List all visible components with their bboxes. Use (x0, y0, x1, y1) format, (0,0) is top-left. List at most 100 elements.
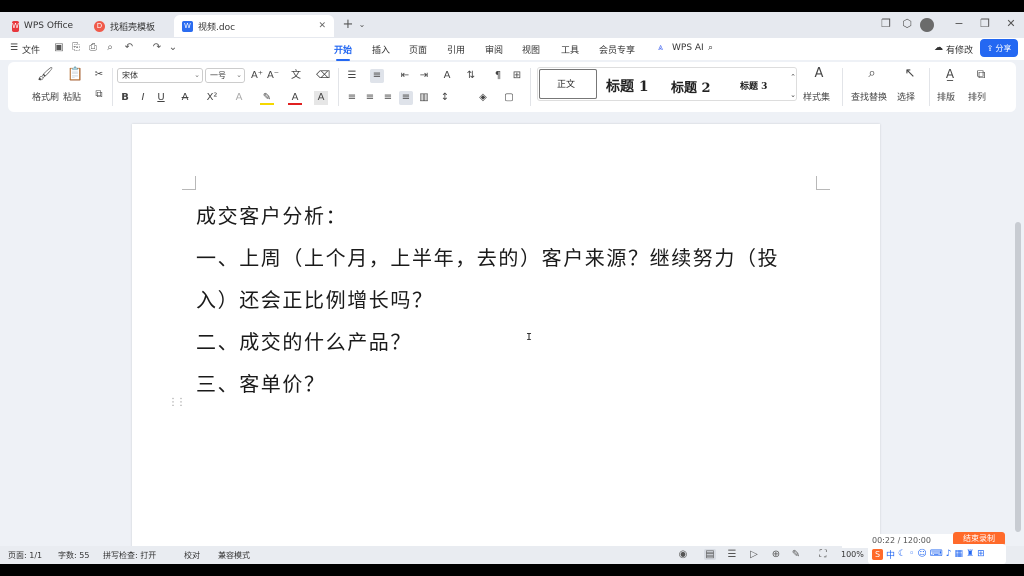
doc-paragraph[interactable]: 入）还会正比例增长吗？ (196, 284, 434, 313)
voice-icon[interactable]: ♪ (946, 549, 952, 559)
highlight-icon[interactable]: ✎ (260, 91, 274, 105)
decrease-indent-icon[interactable]: ⇤ (398, 69, 412, 83)
shading-icon[interactable]: ◈ (476, 91, 490, 105)
share-button[interactable]: ⇪ 分享 (980, 39, 1018, 57)
text-effect-icon[interactable]: A (232, 91, 246, 105)
skin-icon[interactable]: ♜ (966, 549, 974, 559)
ime-logo-icon[interactable]: S (872, 548, 883, 560)
doc-heading[interactable]: 成交客户分析： (196, 200, 347, 229)
restore-icon[interactable]: ❐ (977, 17, 993, 30)
modified-status[interactable]: 有修改 (946, 43, 973, 56)
menu-page[interactable]: 页面 (409, 43, 427, 56)
bullet-list-icon[interactable]: ☰ (345, 69, 359, 83)
paste-button[interactable]: 粘贴 (63, 90, 81, 103)
strikethrough-icon[interactable]: A (178, 91, 192, 105)
proofread[interactable]: 校对 (184, 550, 200, 561)
save-icon[interactable]: ▣ (52, 42, 66, 53)
cut-icon[interactable]: ✂ (92, 68, 106, 82)
arrange-icon[interactable]: ⧉ (973, 67, 989, 81)
font-color-icon[interactable]: A (288, 91, 302, 105)
drag-handle-icon[interactable]: ⋮⋮ (168, 397, 186, 408)
gallery-down-icon[interactable]: ⌄ (786, 88, 800, 102)
layout-button[interactable]: 排版 (937, 90, 955, 103)
menu-insert[interactable]: 插入 (372, 43, 390, 56)
increase-indent-icon[interactable]: ⇥ (417, 69, 431, 83)
font-size-select[interactable]: 一号 ⌄ (205, 68, 245, 83)
phonetic-icon[interactable]: 文 (289, 69, 303, 83)
menu-member[interactable]: 会员专享 (599, 43, 635, 56)
align-center-icon[interactable]: ≡ (363, 91, 377, 105)
menu-file[interactable]: 文件 (22, 43, 40, 56)
chevron-down-icon[interactable]: ⌄ (354, 20, 370, 29)
hamburger-icon[interactable]: ☰ (10, 43, 18, 53)
vertical-scrollbar[interactable] (1015, 222, 1021, 532)
outline-view-icon[interactable]: ☰ (726, 549, 738, 560)
select-cursor-icon[interactable]: ↖ (902, 67, 918, 81)
pen-icon[interactable]: ✎ (790, 549, 802, 560)
doc-paragraph[interactable]: 二、成交的什么产品？ (196, 326, 412, 355)
keyboard-icon[interactable]: ⌨ (930, 549, 943, 559)
menu-review[interactable]: 审阅 (485, 43, 503, 56)
layout-icon[interactable]: A̲ (942, 67, 958, 81)
ime-chinese-icon[interactable]: 中 (886, 548, 895, 561)
align-left-icon[interactable]: ≡ (345, 91, 359, 105)
eye-protect-icon[interactable]: ◉ (677, 549, 689, 560)
moon-icon[interactable]: ☾ (898, 549, 906, 559)
page-view-icon[interactable]: ▤ (704, 549, 716, 560)
emoji-icon[interactable]: ☺ (917, 549, 926, 559)
redo-icon[interactable]: ↷ (150, 42, 164, 53)
sort-icon[interactable]: ⇅ (464, 69, 478, 83)
font-name-select[interactable]: 宋体 ⌄ (117, 68, 203, 83)
format-painter-icon[interactable]: 🖌 (37, 68, 54, 82)
decrease-font-icon[interactable]: A⁻ (266, 69, 280, 83)
grid-icon[interactable]: ⊞ (977, 549, 985, 559)
fit-page-icon[interactable]: ⛶ (817, 549, 829, 560)
increase-font-icon[interactable]: A⁺ (250, 69, 264, 83)
print-icon[interactable]: ⎙ (86, 42, 100, 53)
find-replace-button[interactable]: 查找替换 (851, 90, 887, 103)
window-tile-icon[interactable]: ❐ (878, 17, 894, 30)
toolbox-icon[interactable]: ▦ (955, 549, 964, 559)
minimize-icon[interactable]: − (951, 17, 967, 30)
play-icon[interactable]: ▷ (748, 549, 760, 560)
numbered-list-icon[interactable]: ≡ (370, 69, 384, 83)
avatar[interactable] (920, 18, 934, 32)
gallery-up-icon[interactable]: ⌃ (786, 70, 800, 84)
style-heading-3[interactable]: 标题 3 (740, 79, 767, 92)
spell-check[interactable]: 拼写检查: 打开 (103, 550, 156, 561)
arrange-button[interactable]: 排列 (968, 90, 986, 103)
print-preview-icon[interactable]: ⌕ (103, 42, 117, 53)
doc-paragraph[interactable]: 一、上周（上个月，上半年，去的）客户来源？继续努力（投 (196, 242, 779, 271)
page-count[interactable]: 页面: 1/1 (8, 550, 42, 561)
doc-paragraph[interactable]: 三、客单价？ (196, 368, 326, 397)
export-icon[interactable]: ⎘ (69, 42, 83, 53)
close-tab-icon[interactable]: ✕ (318, 21, 326, 31)
justify-icon[interactable]: ≡ (399, 91, 413, 105)
zoom-level[interactable]: 100% (841, 550, 864, 559)
tab-current-doc[interactable]: W 视频.doc ✕ (174, 15, 334, 37)
menu-view[interactable]: 视图 (522, 43, 540, 56)
select-button[interactable]: 选择 (897, 90, 915, 103)
search-icon[interactable]: ⌕ (864, 67, 880, 81)
borders-icon[interactable]: ▢ (502, 91, 516, 105)
wps-ai-icon[interactable]: ⩓ (658, 43, 663, 53)
table-tools-icon[interactable]: ⊞ (510, 69, 524, 83)
tab-wps-office[interactable]: W WPS Office (4, 15, 80, 37)
cube-icon[interactable]: ⬡ (899, 17, 915, 30)
style-heading-2[interactable]: 标题 2 (671, 77, 711, 96)
distributed-icon[interactable]: ▥ (417, 91, 431, 105)
char-shading-icon[interactable]: A (314, 91, 328, 105)
underline-icon[interactable]: U (154, 91, 168, 105)
align-right-icon[interactable]: ≡ (381, 91, 395, 105)
show-marks-icon[interactable]: ¶ (491, 69, 505, 83)
chinese-layout-icon[interactable]: A (440, 69, 454, 83)
style-normal[interactable]: 正文 (539, 69, 597, 99)
tab-docer[interactable]: D 找稻壳模板 (86, 15, 172, 37)
menu-wps-ai[interactable]: WPS AI (672, 43, 704, 53)
web-view-icon[interactable]: ⊕ (770, 549, 782, 560)
line-spacing-icon[interactable]: ↕ (438, 91, 452, 105)
menu-tools[interactable]: 工具 (561, 43, 579, 56)
punctuation-icon[interactable]: ◦ (909, 549, 914, 559)
style-set-button[interactable]: 样式集 (803, 90, 830, 103)
menu-home[interactable]: 开始 (334, 43, 352, 61)
